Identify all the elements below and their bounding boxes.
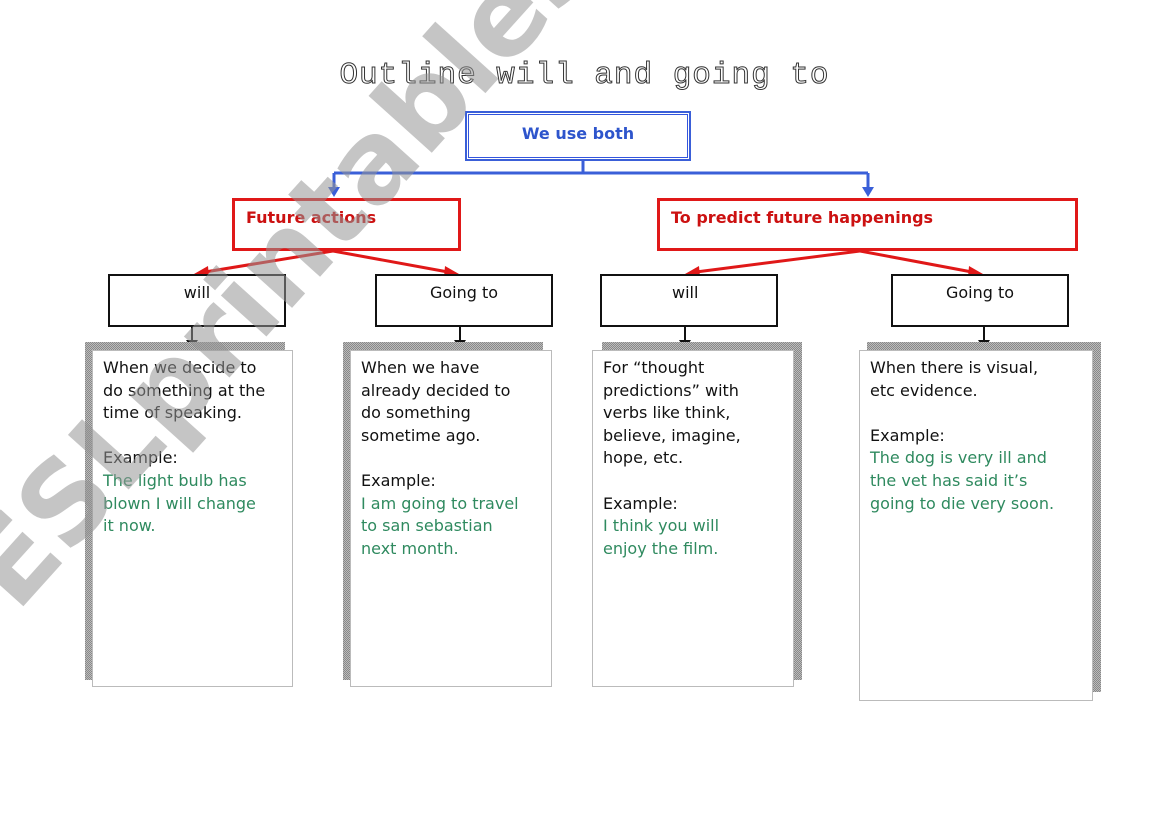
text-line: enjoy the film.: [603, 538, 719, 558]
explanation-card-will-actions: When we decide to do something at the time…: [92, 350, 293, 687]
root-label: We use both: [521, 124, 635, 143]
text-line: I think you will: [603, 516, 720, 536]
card-example: I am going to travel to san sebastian next…: [361, 493, 541, 561]
branch-label: Future actions: [246, 208, 377, 227]
category-label: will: [183, 283, 211, 302]
text-line: predictions” with: [603, 380, 739, 400]
root-node: We use both: [465, 111, 691, 161]
category-node-will-actions: will: [108, 274, 286, 327]
branch-label: To predict future happenings: [671, 208, 934, 227]
category-node-will-predict: will: [600, 274, 778, 327]
text-line: going to die very soon.: [870, 493, 1055, 513]
text-line: etc evidence.: [870, 380, 978, 400]
example-label: Example:: [361, 470, 436, 490]
text-line: believe, imagine,: [603, 425, 741, 445]
red-arrow-line: [204, 249, 334, 274]
category-label: will: [672, 283, 699, 302]
text-line: the vet has said it’s: [870, 470, 1028, 490]
text-line: When there is visual,: [870, 358, 1039, 377]
category-node-going-to-predict: Going to: [891, 274, 1069, 327]
category-label: Going to: [429, 283, 499, 302]
explanation-card-will-predict: For “thought predictions” with verbs like …: [592, 350, 794, 687]
red-connectors: [204, 249, 973, 274]
card-description: When we decide to do something at the time…: [103, 357, 282, 425]
example-label: Example:: [870, 425, 945, 445]
text-line: time of speaking.: [103, 403, 242, 423]
card-example: I think you will enjoy the film.: [603, 515, 783, 560]
text-line: do something at the: [103, 380, 266, 400]
example-label: Example:: [103, 448, 178, 468]
text-line: already decided to: [361, 380, 511, 400]
text-line: do something: [361, 403, 471, 423]
text-line: hope, etc.: [603, 448, 684, 468]
text-line: When we have: [361, 358, 480, 377]
red-arrow-line: [332, 249, 449, 274]
explanation-card-going-to-predict: When there is visual, etc evidence. Examp…: [859, 350, 1093, 701]
text-line: blown I will change: [103, 493, 256, 513]
category-node-going-to-actions: Going to: [375, 274, 553, 327]
text-line: The light bulb has: [103, 470, 247, 490]
text-line: verbs like think,: [603, 403, 731, 423]
card-description: When we have already decided to do somethi…: [361, 357, 541, 447]
text-line: I am going to travel: [361, 493, 519, 513]
red-arrow-line: [859, 249, 973, 274]
text-line: sometime ago.: [361, 425, 481, 445]
card-example: The dog is very ill and the vet has said …: [870, 447, 1082, 515]
text-line: to san sebastian: [361, 516, 493, 536]
text-line: When we decide to: [103, 358, 257, 377]
card-example: The light bulb has blown I will change it …: [103, 470, 282, 538]
branch-node-future-actions: Future actions: [232, 198, 461, 251]
red-arrow-line: [695, 249, 861, 274]
blue-connector: [332, 161, 870, 190]
branch-node-predict: To predict future happenings: [657, 198, 1078, 251]
black-connectors: [191, 326, 985, 343]
card-description: For “thought predictions” with verbs like …: [603, 357, 783, 470]
blue-arrowhead-left: [328, 187, 340, 197]
explanation-card-going-to-actions: When we have already decided to do somethi…: [350, 350, 552, 687]
text-line: it now.: [103, 516, 156, 536]
text-line: next month.: [361, 538, 459, 558]
text-line: The dog is very ill and: [870, 448, 1047, 468]
text-line: For “thought: [603, 358, 705, 377]
category-label: Going to: [945, 283, 1015, 302]
blue-arrowhead-right: [862, 187, 874, 197]
card-description: When there is visual, etc evidence.: [870, 357, 1082, 402]
example-label: Example:: [603, 493, 678, 513]
